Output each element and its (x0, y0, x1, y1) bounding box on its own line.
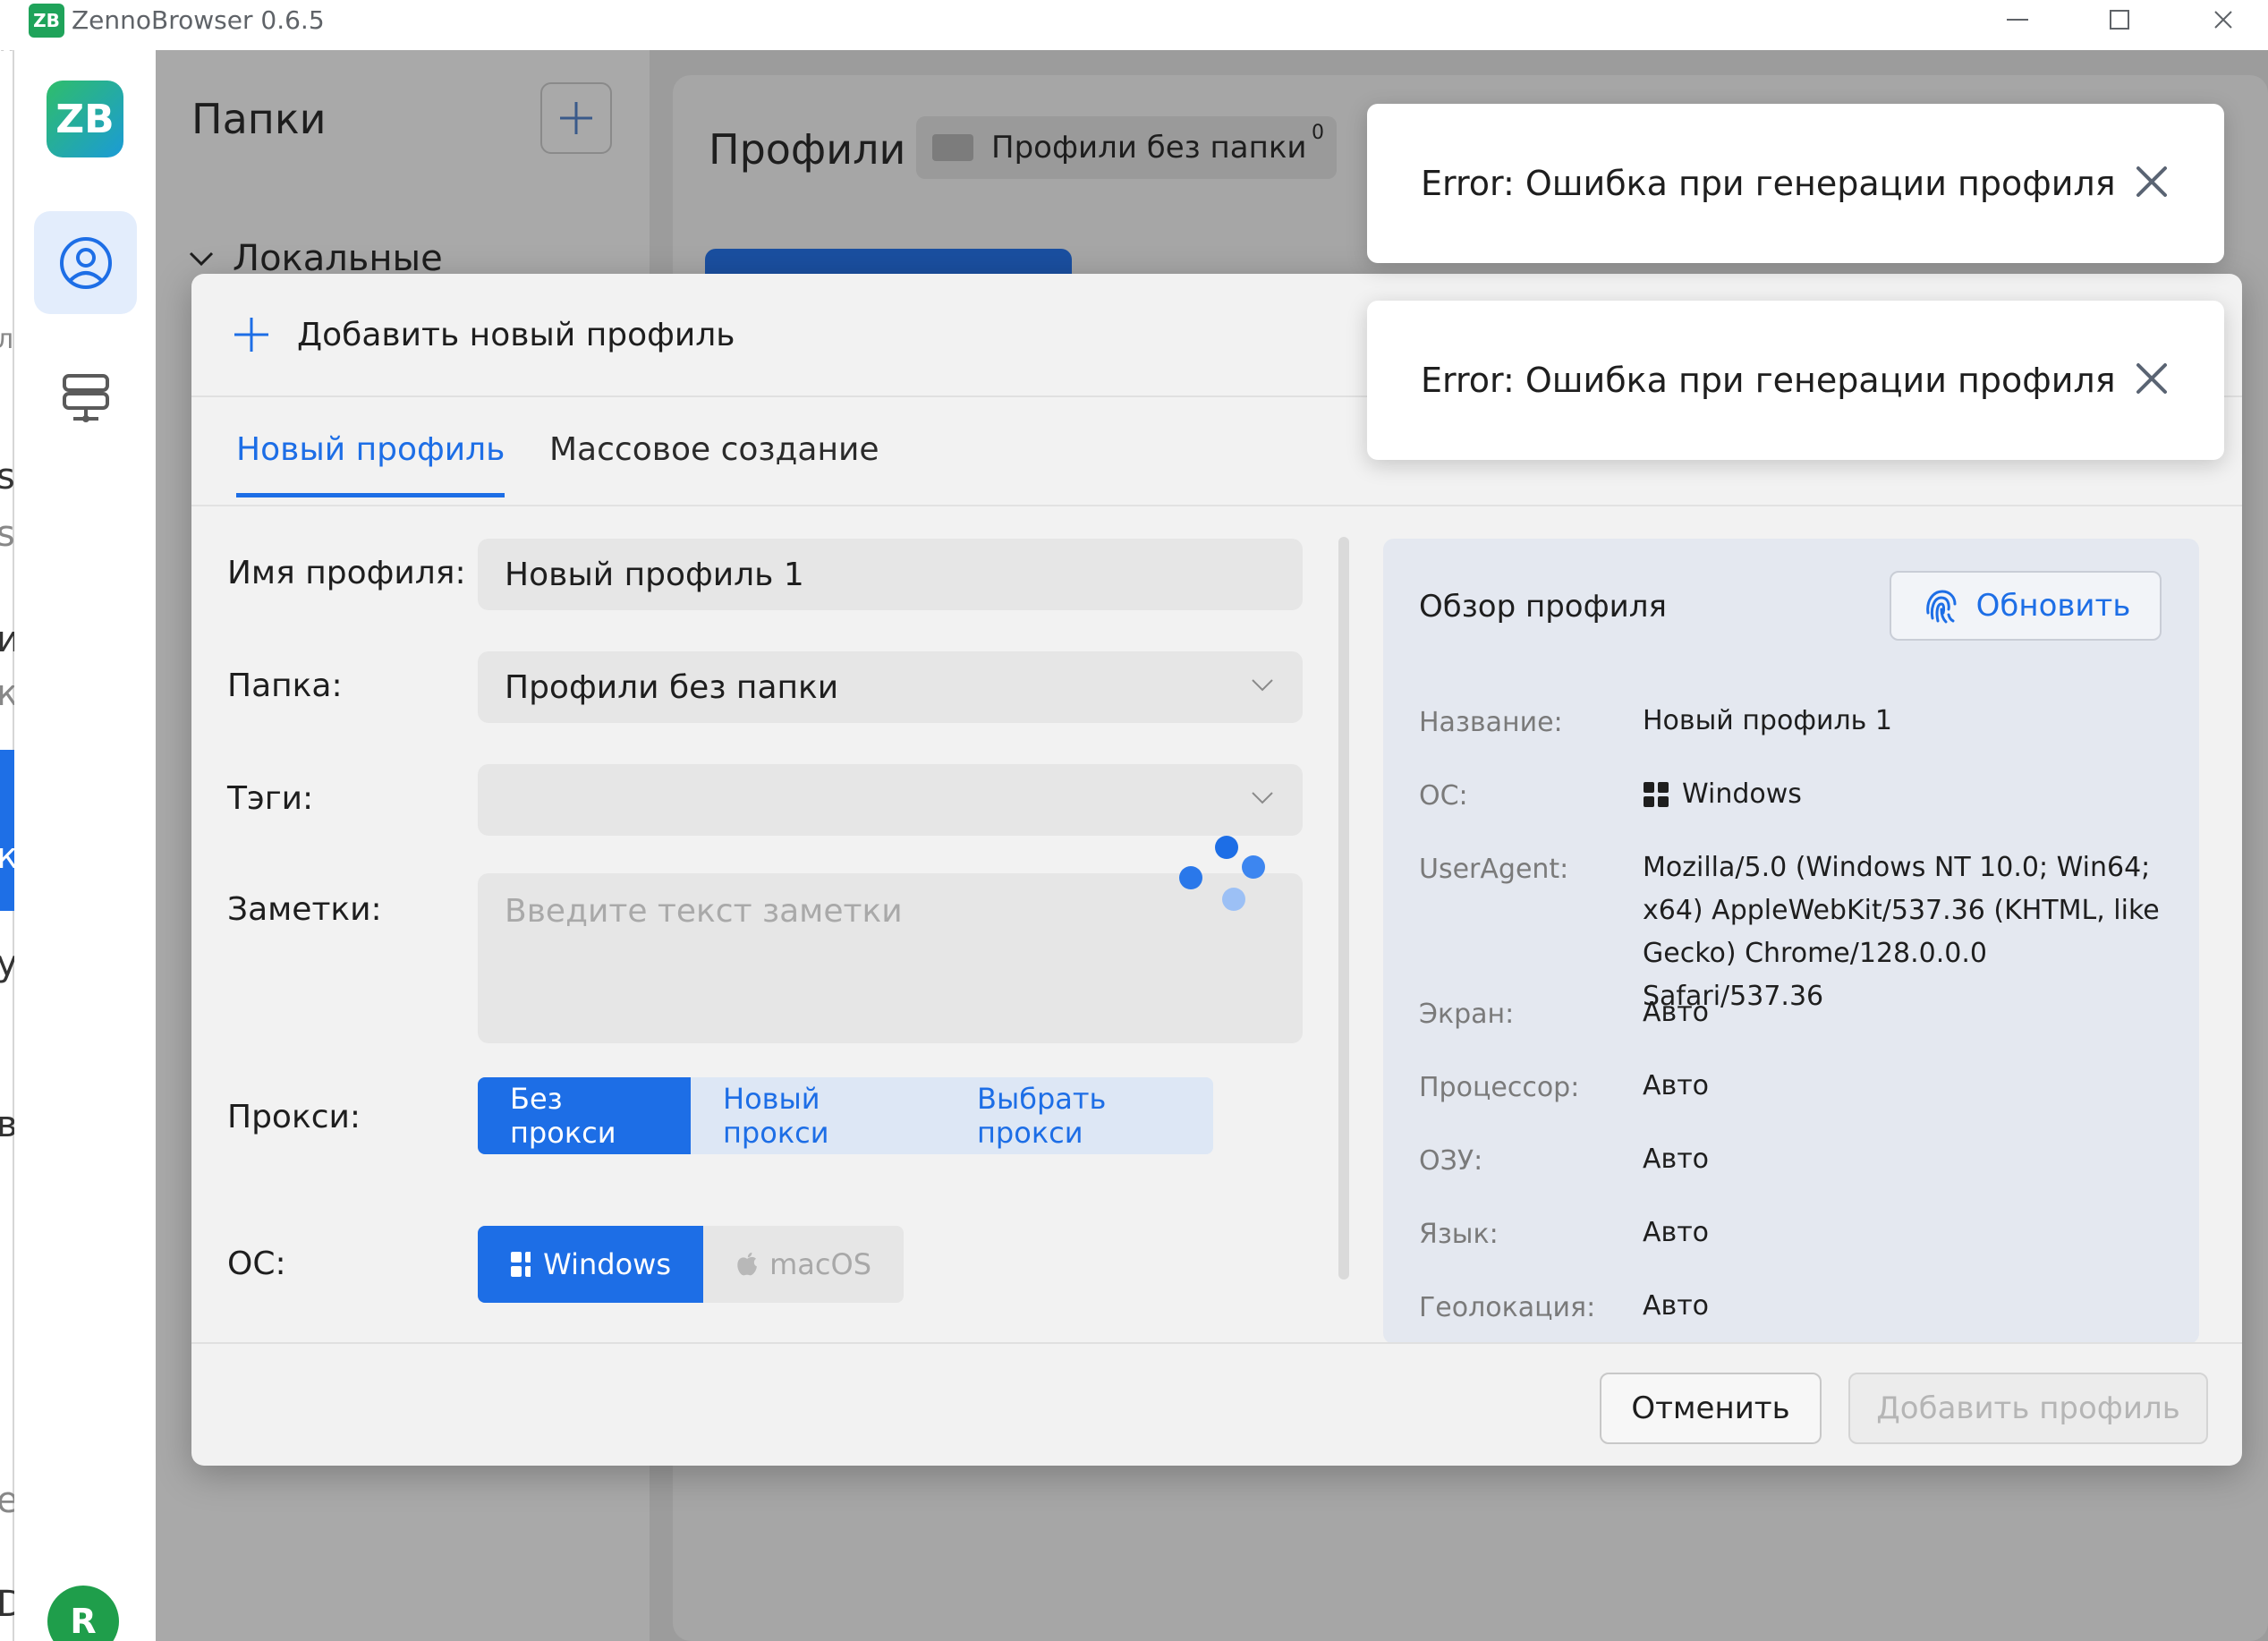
nav-item-profiles[interactable] (34, 211, 137, 314)
minimize-button[interactable] (1968, 0, 2067, 39)
folder-label: Папка: (227, 667, 343, 704)
folder-filter-chip[interactable]: Профили без папки 0 (916, 116, 1337, 179)
chevron-down-icon (1252, 679, 1273, 692)
toast-message: Error: Ошибка при генерации профиля (1421, 164, 2116, 203)
loading-spinner (1176, 830, 1265, 920)
background-window-highlight (0, 750, 14, 911)
window-title: ZennoBrowser 0.6.5 (72, 5, 325, 35)
chevron-down-icon (189, 251, 214, 267)
overview-value: Авто (1643, 1144, 1710, 1175)
profile-name-label: Имя профиля: (227, 555, 466, 591)
overview-title: Обзор профиля (1419, 589, 1667, 625)
server-icon (62, 373, 109, 422)
nav-rail: ZB R (14, 50, 156, 1641)
plus-icon (560, 102, 592, 134)
refresh-fingerprint-button[interactable]: Обновить (1890, 571, 2162, 641)
folder-select-value: Профили без папки (505, 668, 839, 706)
close-icon[interactable] (2129, 356, 2174, 401)
os-option-windows[interactable]: Windows (478, 1226, 703, 1303)
overview-value-os: Windows (1643, 773, 2170, 816)
error-toast: Error: Ошибка при генерации профиля (1367, 301, 2224, 460)
proxy-option-none[interactable]: Без прокси (478, 1077, 691, 1154)
dialog-title: Добавить новый профиль (297, 316, 735, 353)
maximize-button[interactable] (2070, 0, 2169, 39)
overview-key: Экран: (1419, 999, 1515, 1030)
overview-os-label: Windows (1682, 778, 1802, 810)
toast-message: Error: Ошибка при генерации профиля (1421, 361, 2116, 400)
overview-key: Геолокация: (1419, 1292, 1596, 1323)
os-option-windows-label: Windows (543, 1247, 671, 1281)
os-option-macos-label: macOS (769, 1247, 871, 1281)
overview-value: Авто (1643, 1217, 1710, 1248)
proxy-mode-segmented: Без прокси Новый прокси Выбрать прокси (478, 1077, 1213, 1154)
tags-select[interactable] (478, 764, 1303, 836)
minimize-icon (2007, 19, 2028, 21)
plus-icon (234, 318, 268, 352)
overview-key: Название: (1419, 707, 1563, 738)
notes-placeholder: Введите текст заметки (505, 893, 903, 930)
folder-chip-label: Профили без папки (991, 130, 1307, 166)
chevron-down-icon (1252, 792, 1273, 804)
dialog-footer: Отменить Добавить профиль (191, 1342, 2242, 1466)
overview-value: Авто (1643, 1290, 1710, 1322)
windows-icon (511, 1252, 531, 1277)
os-segmented: Windows macOS (478, 1226, 904, 1303)
close-icon[interactable] (2129, 159, 2174, 204)
proxy-option-new[interactable]: Новый прокси (691, 1077, 945, 1154)
os-label: ОС: (227, 1246, 286, 1282)
profiles-title: Профили (709, 125, 906, 174)
tab-bulk-create[interactable]: Массовое создание (549, 431, 879, 493)
add-profile-button[interactable]: Добавить профиль (1848, 1373, 2208, 1444)
overview-value: Авто (1643, 1070, 1710, 1101)
fingerprint-icon (1925, 590, 1957, 624)
apple-icon (737, 1252, 757, 1276)
error-toast: Error: Ошибка при генерации профиля (1367, 104, 2224, 263)
windows-icon (1644, 782, 1669, 807)
title-bar: ZB ZennoBrowser 0.6.5 (0, 0, 2268, 50)
app-icon: ZB (29, 4, 64, 38)
proxy-label: Прокси: (227, 1099, 361, 1135)
profile-name-value: Новый профиль 1 (505, 556, 804, 593)
background-window-text: л (0, 324, 14, 355)
close-window-button[interactable] (2174, 0, 2268, 39)
add-folder-button[interactable] (540, 82, 612, 154)
maximize-icon (2110, 10, 2129, 30)
profile-overview-card: Обзор профиля Обновить Название: Новый п… (1383, 539, 2199, 1344)
folder-select[interactable]: Профили без папки (478, 651, 1303, 723)
folder-color-swatch (932, 134, 973, 161)
proxy-option-select[interactable]: Выбрать прокси (945, 1077, 1213, 1154)
overview-key: Язык: (1419, 1219, 1499, 1250)
background-window-text: s (0, 456, 15, 497)
folders-title: Папки (191, 95, 327, 143)
user-circle-icon (59, 236, 112, 289)
tags-label: Тэги: (227, 780, 314, 817)
overview-value: Авто (1643, 997, 1710, 1028)
notes-label: Заметки: (227, 891, 382, 928)
close-icon (2214, 11, 2232, 29)
os-option-macos[interactable]: macOS (703, 1226, 904, 1303)
tab-new-profile[interactable]: Новый профиль (236, 431, 505, 497)
folder-count-badge: 0 (1312, 122, 1324, 144)
overview-key: Процессор: (1419, 1072, 1580, 1103)
nav-item-proxy[interactable] (34, 345, 137, 448)
profile-name-input[interactable]: Новый профиль 1 (478, 539, 1303, 610)
overview-key: UserAgent: (1419, 854, 1569, 885)
cancel-button[interactable]: Отменить (1600, 1373, 1822, 1444)
app-logo: ZB (47, 81, 123, 157)
background-window-text: s (0, 514, 15, 555)
overview-key: ОС: (1419, 780, 1468, 812)
avatar[interactable]: R (47, 1586, 119, 1641)
refresh-button-label: Обновить (1975, 588, 2131, 624)
overview-key: ОЗУ: (1419, 1145, 1483, 1177)
form-scrollbar[interactable] (1338, 537, 1349, 1280)
overview-value: Новый профиль 1 (1643, 705, 1892, 736)
